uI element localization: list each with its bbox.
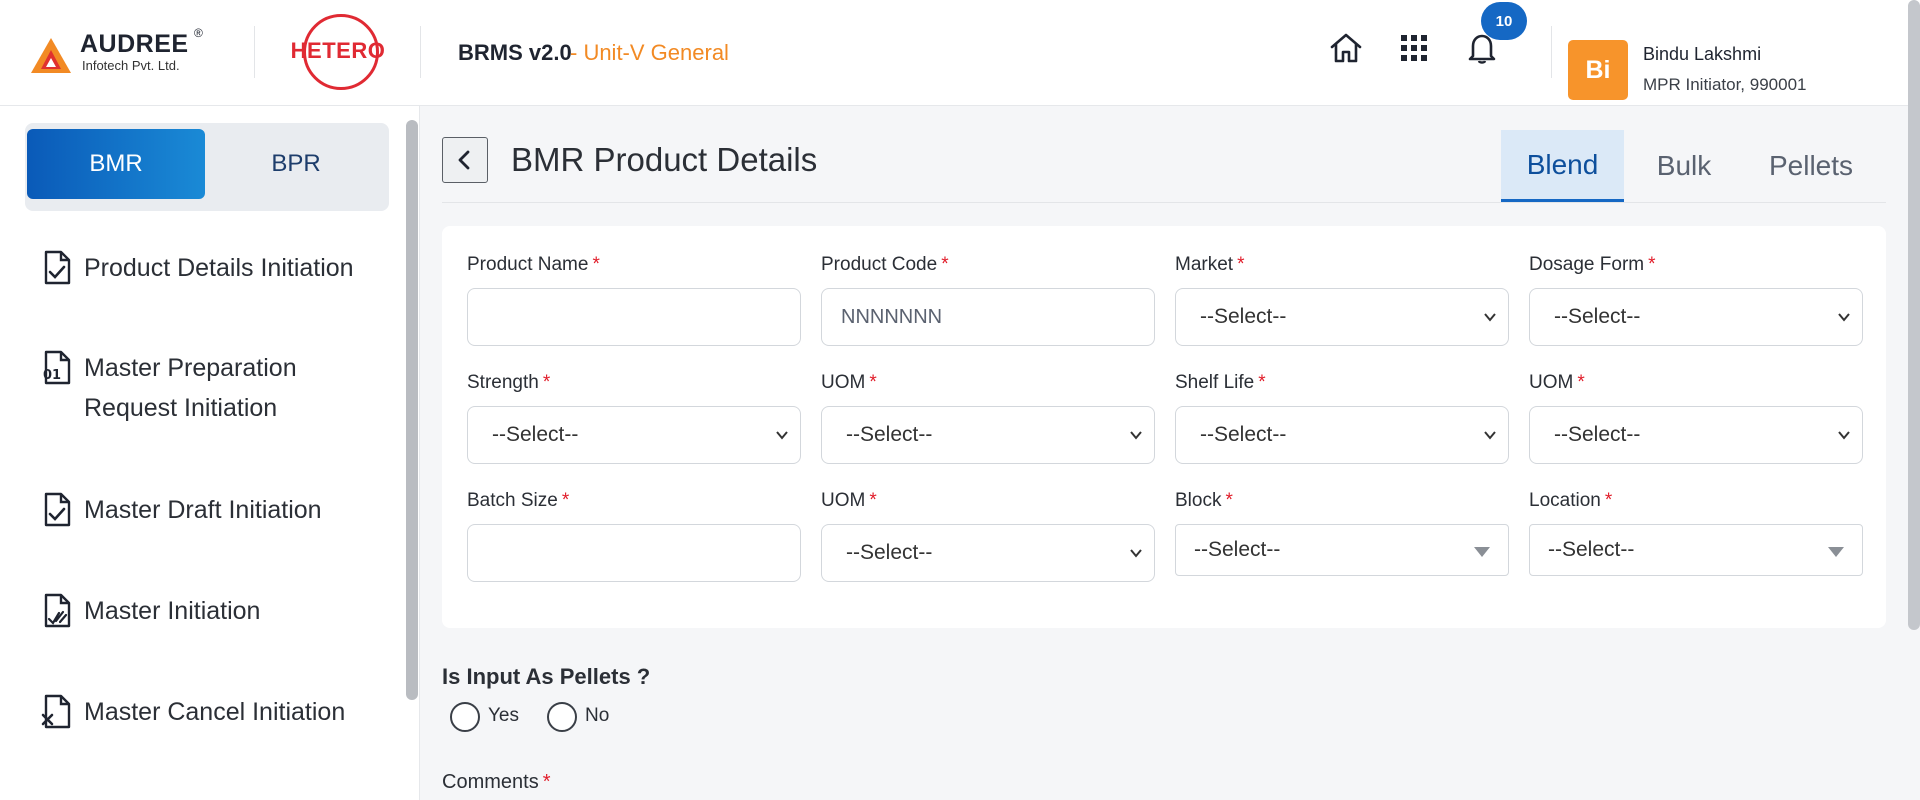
pellets-no-radio[interactable] xyxy=(547,702,577,732)
audree-logo-name: AUDREE xyxy=(80,30,189,58)
tab-blend[interactable]: Blend xyxy=(1501,130,1624,202)
sidebar-item-label: Master Initiation xyxy=(84,597,261,625)
audree-logo-mark-icon xyxy=(31,38,71,73)
back-button[interactable] xyxy=(442,137,488,183)
sidebar: BMR BPR Product Details Initiation 01 Ma… xyxy=(0,106,420,800)
tabs-divider xyxy=(442,202,1886,203)
product-details-form: Product Name * Product Code * NNNNNNN Mark… xyxy=(442,226,1886,628)
hetero-logo: HETERO xyxy=(290,14,386,92)
strength-uom-select[interactable]: --Select-- xyxy=(821,406,1155,464)
strength-uom-label: UOM * xyxy=(821,372,877,393)
shelf-life-select-value: --Select-- xyxy=(1200,423,1287,446)
strength-select-value: --Select-- xyxy=(492,423,579,446)
sidebar-item-label-line2: Request Initiation xyxy=(84,394,278,422)
document-cancel-icon xyxy=(41,694,71,729)
bmr-toggle-button[interactable]: BMR xyxy=(27,129,205,199)
notification-count-badge[interactable]: 10 xyxy=(1481,2,1527,40)
market-select-value: --Select-- xyxy=(1200,305,1287,328)
sidebar-item-label: Master Preparation xyxy=(84,354,297,382)
shelf-life-uom-select-value: --Select-- xyxy=(1554,423,1641,446)
product-code-label: Product Code * xyxy=(821,254,949,275)
audree-logo-tagline: Infotech Pvt. Ltd. xyxy=(82,58,180,73)
page-title: BMR Product Details xyxy=(511,141,818,178)
hetero-logo-text: HETERO xyxy=(290,38,386,63)
batch-size-uom-label: UOM * xyxy=(821,490,877,511)
shelf-life-select[interactable]: --Select-- xyxy=(1175,406,1509,464)
batch-size-uom-select[interactable]: --Select-- xyxy=(821,524,1155,582)
top-header: AUDREE ® Infotech Pvt. Ltd. HETERO BRMS … xyxy=(0,0,1920,106)
module-switch: BMR BPR xyxy=(25,123,389,211)
pellets-no-label[interactable]: No xyxy=(585,705,609,727)
sidebar-item-master-draft-initiation[interactable]: Master Draft Initiation xyxy=(40,490,380,530)
input-as-pellets-question: Is Input As Pellets ? xyxy=(442,664,651,689)
binary-document-icon: 01 xyxy=(43,350,71,385)
sidebar-item-product-details-initiation[interactable]: Product Details Initiation xyxy=(40,248,380,288)
caret-down-icon xyxy=(1474,547,1490,557)
main-scrollbar[interactable] xyxy=(1908,0,1920,630)
tab-bulk[interactable]: Bulk xyxy=(1632,130,1736,202)
pellets-yes-radio[interactable] xyxy=(450,702,480,732)
chevron-down-icon xyxy=(1484,431,1496,440)
strength-uom-select-value: --Select-- xyxy=(846,423,933,446)
svg-text:01: 01 xyxy=(43,368,61,383)
user-role: MPR Initiator, 990001 xyxy=(1643,75,1807,94)
sidebar-item-master-preparation-request-initiation[interactable]: 01 Master Preparation Request Initiation xyxy=(40,348,380,428)
header-divider xyxy=(254,26,255,78)
market-select[interactable]: --Select-- xyxy=(1175,288,1509,346)
home-icon[interactable] xyxy=(1328,30,1364,66)
block-combobox-value: --Select-- xyxy=(1194,538,1281,561)
block-label: Block * xyxy=(1175,490,1233,511)
sidebar-item-master-initiation[interactable]: Master Initiation xyxy=(40,591,380,631)
chevron-down-icon xyxy=(1838,431,1850,440)
shelf-life-uom-select[interactable]: --Select-- xyxy=(1529,406,1863,464)
batch-size-input[interactable] xyxy=(467,524,801,582)
market-label: Market * xyxy=(1175,254,1245,275)
unit-label: - Unit-V General xyxy=(570,40,729,65)
chevron-down-icon xyxy=(1130,549,1142,558)
block-combobox[interactable]: --Select-- xyxy=(1175,524,1509,576)
document-signature-icon xyxy=(44,593,71,628)
location-label: Location * xyxy=(1529,490,1613,511)
user-name: Bindu Lakshmi xyxy=(1643,44,1762,64)
shelf-life-uom-label: UOM * xyxy=(1529,372,1585,393)
sidebar-item-label: Master Cancel Initiation xyxy=(84,698,346,726)
apps-grid-icon[interactable] xyxy=(1396,30,1432,66)
location-combobox[interactable]: --Select-- xyxy=(1529,524,1863,576)
app-title: BRMS v2.0 xyxy=(458,40,572,65)
sidebar-item-label: Product Details Initiation xyxy=(84,254,354,282)
sidebar-item-master-cancel-initiation[interactable]: Master Cancel Initiation xyxy=(40,692,380,732)
strength-select[interactable]: --Select-- xyxy=(467,406,801,464)
document-check-icon xyxy=(44,492,71,527)
batch-size-uom-select-value: --Select-- xyxy=(846,541,933,564)
caret-down-icon xyxy=(1828,547,1844,557)
sidebar-item-label: Master Draft Initiation xyxy=(84,496,322,524)
dosage-form-select-value: --Select-- xyxy=(1554,305,1641,328)
chevron-down-icon xyxy=(1838,313,1850,322)
dosage-form-label: Dosage Form * xyxy=(1529,254,1656,275)
audree-logo: AUDREE ® Infotech Pvt. Ltd. xyxy=(30,26,220,76)
avatar[interactable]: Bi xyxy=(1568,40,1628,100)
registered-mark: ® xyxy=(194,26,203,40)
chevron-down-icon xyxy=(776,431,788,440)
chevron-left-icon xyxy=(458,150,470,170)
bpr-toggle-button[interactable]: BPR xyxy=(207,129,385,199)
dosage-form-select[interactable]: --Select-- xyxy=(1529,288,1863,346)
sidebar-scrollbar[interactable] xyxy=(406,120,418,700)
product-code-input[interactable]: NNNNNNN xyxy=(821,288,1155,346)
pellets-yes-label[interactable]: Yes xyxy=(488,705,519,727)
tab-pellets[interactable]: Pellets xyxy=(1752,130,1870,202)
product-name-input[interactable] xyxy=(467,288,801,346)
document-check-icon xyxy=(44,250,71,285)
location-combobox-value: --Select-- xyxy=(1548,538,1635,561)
batch-size-label: Batch Size * xyxy=(467,490,570,511)
comments-label: Comments * xyxy=(442,771,551,793)
strength-label: Strength * xyxy=(467,372,551,393)
chevron-down-icon xyxy=(1484,313,1496,322)
header-divider xyxy=(1551,26,1552,78)
header-divider xyxy=(420,26,421,78)
shelf-life-label: Shelf Life * xyxy=(1175,372,1266,393)
product-name-label: Product Name * xyxy=(467,254,600,275)
chevron-down-icon xyxy=(1130,431,1142,440)
